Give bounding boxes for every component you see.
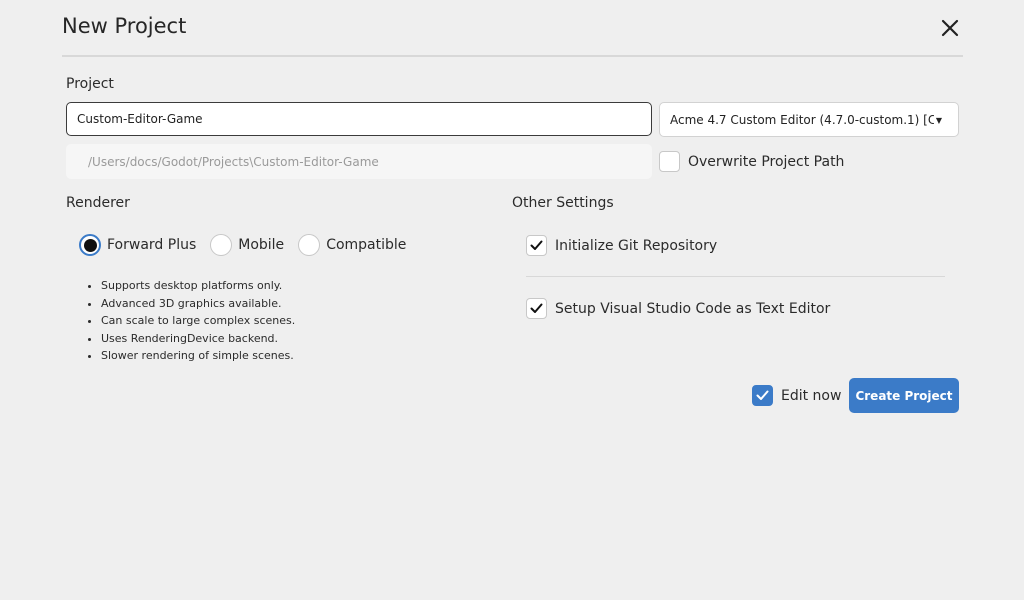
other-settings-label: Other Settings: [512, 195, 614, 211]
overwrite-path-toggle[interactable]: Overwrite Project Path: [659, 151, 844, 172]
edit-now-toggle[interactable]: Edit now: [752, 385, 841, 406]
checkmark-icon: [530, 303, 543, 313]
renderer-option-label: Forward Plus: [107, 237, 197, 253]
init-git-checkbox[interactable]: [526, 235, 547, 256]
radio-button[interactable]: [210, 234, 233, 256]
chevron-down-icon: ▼: [935, 116, 942, 125]
vscode-toggle[interactable]: Setup Visual Studio Code as Text Editor: [526, 298, 830, 319]
renderer-feature-list: Supports desktop platforms only. Advance…: [101, 277, 295, 365]
close-button[interactable]: [936, 14, 964, 42]
overwrite-path-label: Overwrite Project Path: [688, 153, 845, 170]
editor-version-value: Acme 4.7 Custom Editor (4.7.0-custom.1) …: [670, 112, 934, 127]
list-item: Advanced 3D graphics available.: [101, 295, 295, 313]
project-section-label: Project: [66, 76, 114, 92]
dialog-title: New Project: [62, 14, 187, 38]
project-path-input[interactable]: [66, 144, 652, 179]
renderer-radio-group: Forward Plus Mobile Compatible: [79, 234, 420, 256]
project-name-input[interactable]: [66, 102, 652, 136]
renderer-section-label: Renderer: [66, 195, 130, 211]
header-divider: [62, 55, 963, 57]
checkmark-icon: [530, 240, 543, 250]
vscode-checkbox[interactable]: [526, 298, 547, 319]
renderer-option-label: Compatible: [326, 237, 407, 253]
edit-now-label: Edit now: [781, 387, 842, 404]
editor-version-select[interactable]: Acme 4.7 Custom Editor (4.7.0-custom.1) …: [659, 102, 959, 137]
renderer-option-forward-plus[interactable]: Forward Plus: [79, 234, 196, 256]
create-project-button[interactable]: Create Project: [849, 378, 959, 413]
checkmark-icon: [756, 390, 769, 400]
renderer-option-compatible[interactable]: Compatible: [298, 234, 406, 256]
init-git-toggle[interactable]: Initialize Git Repository: [526, 235, 717, 256]
edit-now-checkbox[interactable]: [752, 385, 773, 406]
radio-button[interactable]: [79, 234, 101, 256]
list-item: Uses RenderingDevice backend.: [101, 330, 295, 348]
overwrite-path-checkbox[interactable]: [659, 151, 680, 172]
list-item: Slower rendering of simple scenes.: [101, 347, 295, 365]
new-project-dialog: New Project Project Acme 4.7 Custom Edit…: [0, 0, 1024, 600]
close-icon: [941, 19, 959, 37]
list-item: Supports desktop platforms only.: [101, 277, 295, 295]
renderer-option-label: Mobile: [238, 237, 285, 253]
list-item: Can scale to large complex scenes.: [101, 312, 295, 330]
renderer-option-mobile[interactable]: Mobile: [210, 234, 284, 256]
settings-divider: [526, 276, 945, 277]
radio-button[interactable]: [298, 234, 321, 256]
init-git-label: Initialize Git Repository: [555, 237, 718, 254]
vscode-label: Setup Visual Studio Code as Text Editor: [555, 300, 831, 317]
